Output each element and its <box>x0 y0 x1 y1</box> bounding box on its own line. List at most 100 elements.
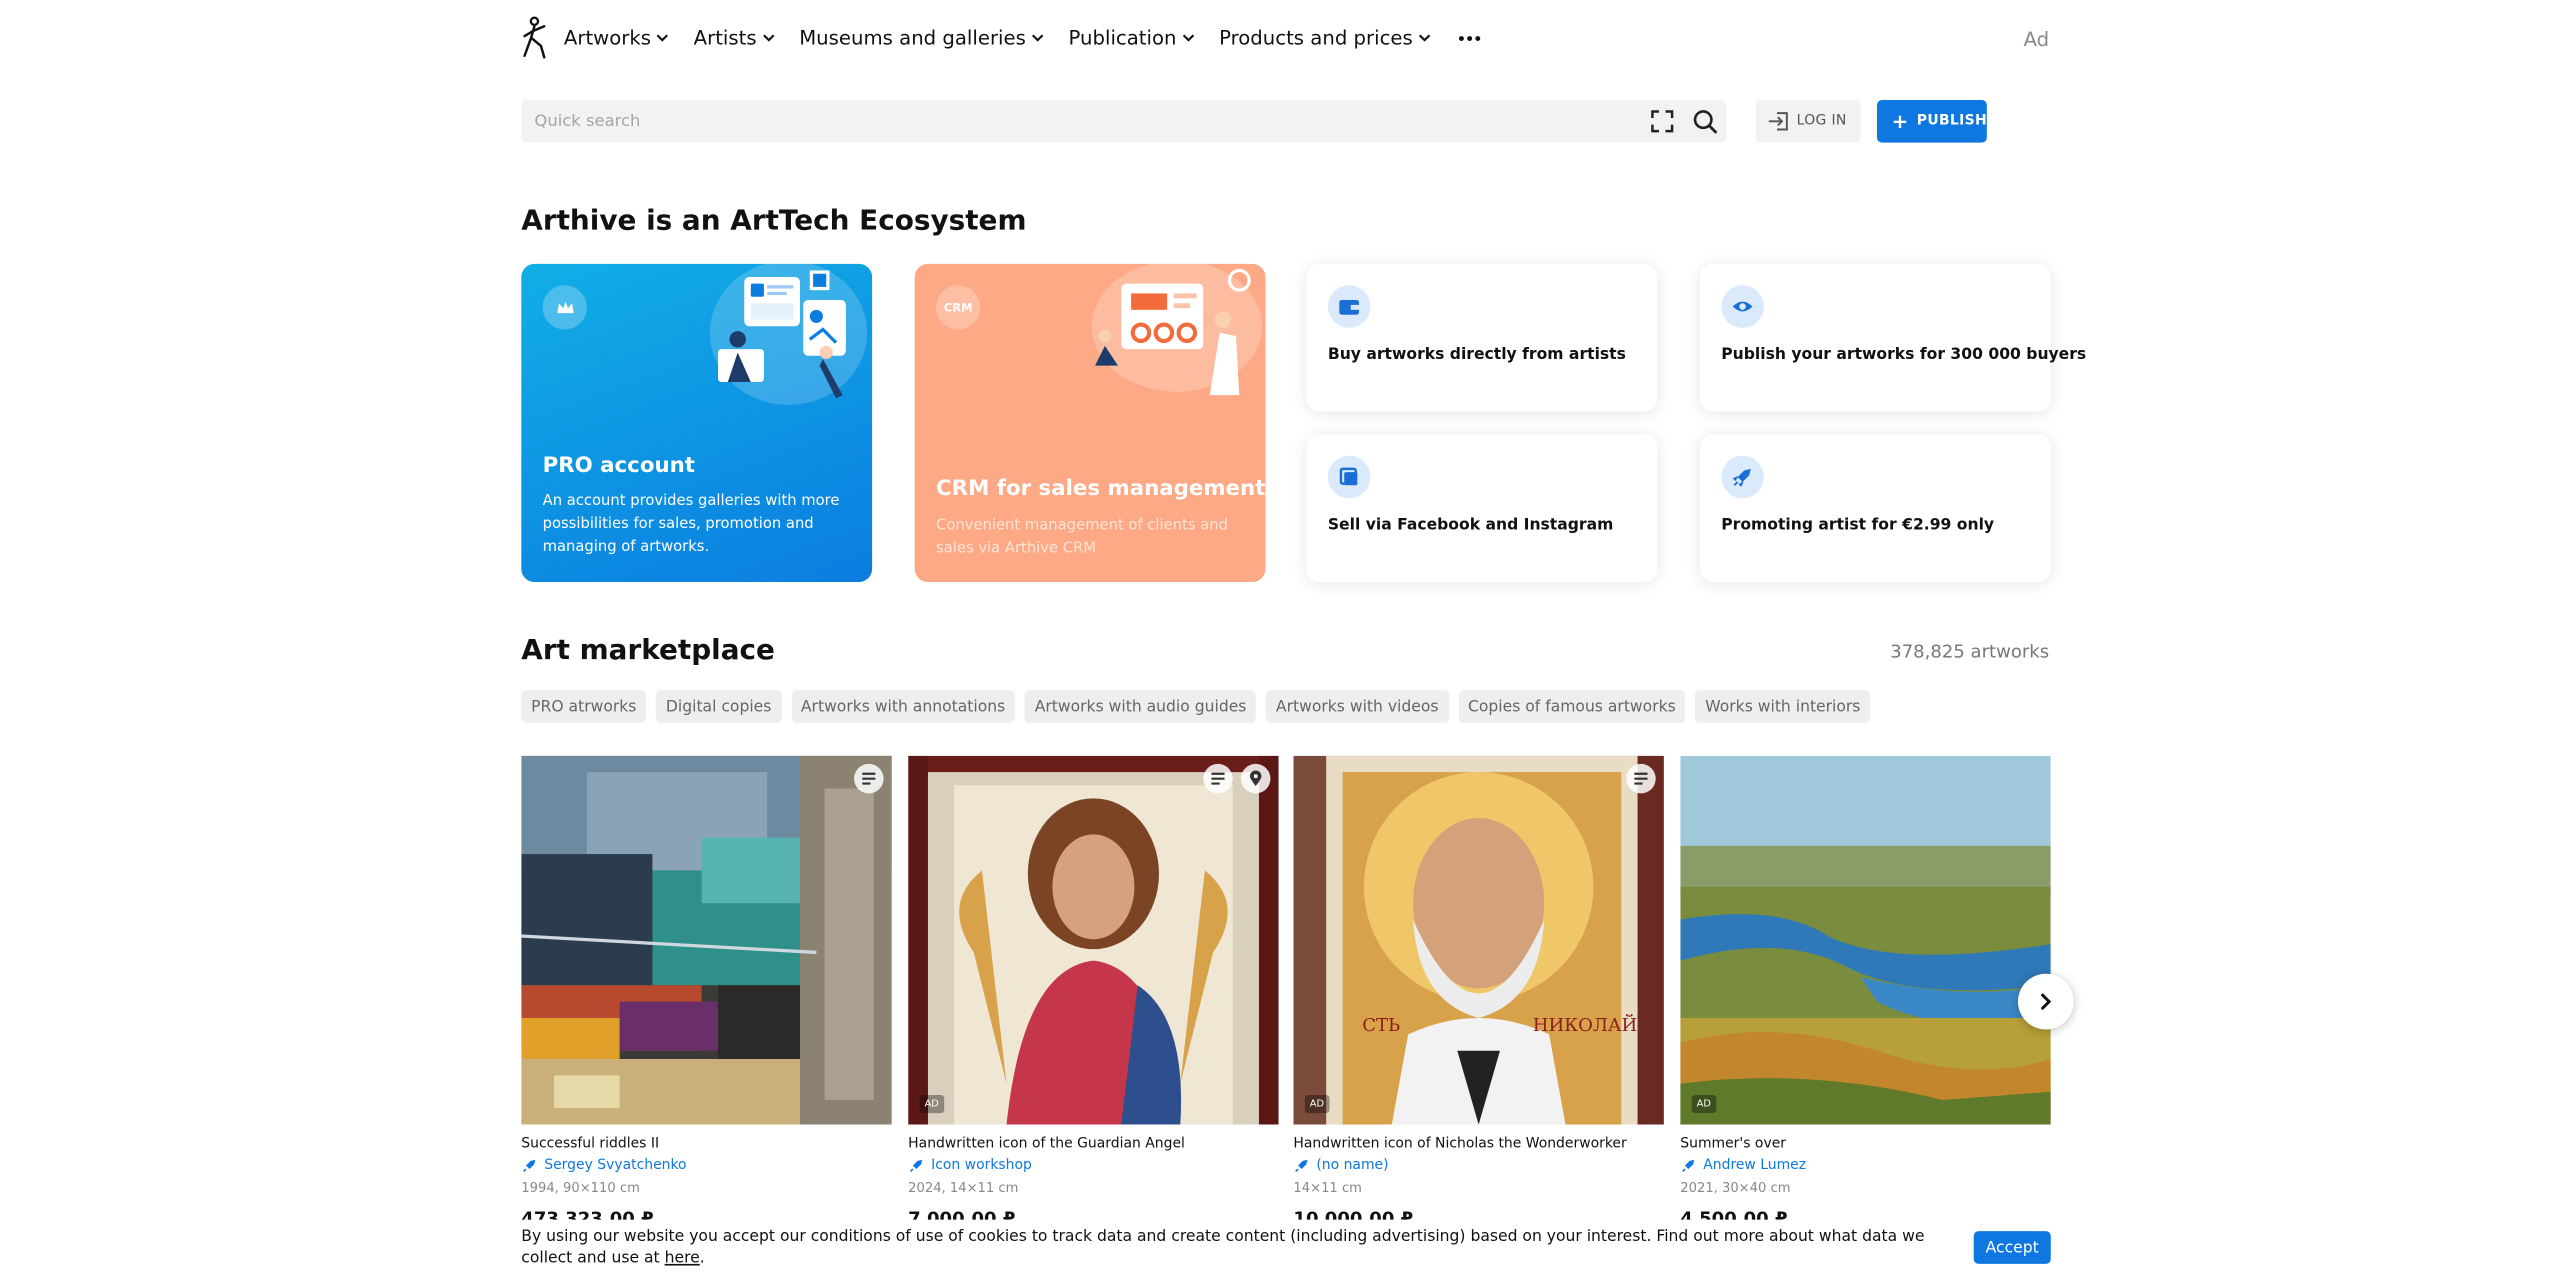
artwork-meta: 2021, 30×40 cm <box>1680 1180 1791 1196</box>
crown-icon <box>542 285 587 330</box>
artwork-card[interactable]: СТЬ НИКОЛАЙ AD Handwritten icon of Nicho… <box>1293 755 1664 1231</box>
filter-chip-pro[interactable]: PRO atrworks <box>521 690 647 723</box>
pro-account-desc: An account provides galleries with more … <box>542 493 840 556</box>
artwork-title[interactable]: Handwritten icon of Nicholas the Wonderw… <box>1293 1136 1626 1152</box>
location-pin-icon[interactable] <box>1240 763 1271 794</box>
login-button[interactable]: LOG IN <box>1755 99 1861 143</box>
main-nav: Artworks Artists Museums and galleries P… <box>564 26 1480 49</box>
plus-icon: + <box>1891 109 1909 133</box>
crm-card[interactable]: CRM CRM for sales management Convenient … <box>914 263 1266 582</box>
feature-publish-artworks[interactable]: Publish your artworks for 300 000 buyers <box>1699 263 2086 412</box>
fullscreen-frame-icon[interactable] <box>1649 108 1675 134</box>
search-input[interactable] <box>521 99 1620 143</box>
nav-label: Artists <box>693 26 757 50</box>
nav-label: Publication <box>1068 26 1177 50</box>
nav-label: Museums and galleries <box>799 26 1026 50</box>
ad-tag: AD <box>1304 1095 1330 1114</box>
artwork-image[interactable] <box>521 755 892 1125</box>
more-menu-ellipsis-icon[interactable] <box>1458 26 1480 49</box>
chevron-down-icon <box>656 34 669 42</box>
ecosystem-title: Arthive is an ArtTech Ecosystem <box>521 204 1027 238</box>
feature-label: Promoting artist for €2.99 only <box>1721 516 1995 535</box>
annotations-icon[interactable] <box>1203 763 1233 794</box>
artwork-image[interactable]: AD <box>1680 755 2051 1125</box>
artwork-artist[interactable]: Icon workshop <box>908 1157 1032 1174</box>
cookie-policy-link[interactable]: here <box>665 1249 700 1267</box>
artwork-meta: 14×11 cm <box>1293 1180 1362 1196</box>
ad-tag: AD <box>1691 1095 1716 1114</box>
crm-badge: CRM <box>936 285 981 330</box>
chevron-down-icon <box>1031 34 1044 42</box>
annotations-icon[interactable] <box>854 763 884 794</box>
feature-sell-social[interactable]: Sell via Facebook and Instagram <box>1306 434 1658 582</box>
artwork-artist[interactable]: Sergey Svyatchenko <box>521 1157 687 1174</box>
wallet-icon <box>1327 285 1371 328</box>
crm-illustration-icon <box>1091 263 1263 396</box>
chevron-down-icon <box>1418 34 1430 42</box>
artwork-meta: 2024, 14×11 cm <box>908 1180 1019 1196</box>
filter-chip-interiors[interactable]: Works with interiors <box>1695 690 1871 723</box>
carousel-next-button[interactable] <box>2017 973 2074 1030</box>
search-icon[interactable] <box>1692 108 1718 134</box>
filter-chip-videos[interactable]: Artworks with videos <box>1266 690 1449 723</box>
feature-buy-artworks[interactable]: Buy artworks directly from artists <box>1306 263 1658 412</box>
publish-label: PUBLISH <box>1916 113 1987 130</box>
nav-publication[interactable]: Publication <box>1069 26 1195 49</box>
page: Artworks Artists Museums and galleries P… <box>0 0 2559 1272</box>
artwork-card[interactable]: Successful riddles II Sergey Svyatchenko… <box>521 755 892 1231</box>
svg-text:НИКОЛАЙ: НИКОЛАЙ <box>1533 1013 1638 1036</box>
artwork-title[interactable]: Summer's over <box>1680 1136 1786 1152</box>
cookie-text: By using our website you accept our cond… <box>521 1226 1947 1269</box>
svg-text:СТЬ: СТЬ <box>1362 1015 1400 1036</box>
artist-name: Sergey Svyatchenko <box>544 1157 687 1174</box>
login-arrow-icon <box>1768 112 1788 131</box>
publish-button[interactable]: + PUBLISH <box>1876 99 1987 143</box>
nav-products-and-prices[interactable]: Products and prices <box>1219 26 1431 49</box>
accept-cookies-button[interactable]: Accept <box>1973 1231 2051 1264</box>
nav-artists[interactable]: Artists <box>694 26 775 49</box>
cookie-banner: By using our website you accept our cond… <box>0 1219 2559 1272</box>
rocket-icon <box>1295 1159 1308 1172</box>
artwork-card[interactable]: AD Handwritten icon of the Guardian Ange… <box>908 755 1279 1231</box>
artist-name: (no name) <box>1316 1157 1389 1174</box>
cookie-suffix: . <box>699 1249 705 1268</box>
nav-museums-and-galleries[interactable]: Museums and galleries <box>799 26 1044 49</box>
rocket-icon <box>523 1159 536 1172</box>
feature-label: Buy artworks directly from artists <box>1327 345 1626 364</box>
feature-promote-artist[interactable]: Promoting artist for €2.99 only <box>1699 434 2051 582</box>
nav-label: Artworks <box>563 26 652 50</box>
nav-artworks[interactable]: Artworks <box>564 26 669 49</box>
eye-icon <box>1721 285 1764 328</box>
artwork-title[interactable]: Handwritten icon of the Guardian Angel <box>908 1136 1185 1152</box>
login-label: LOG IN <box>1796 113 1847 130</box>
share-icon <box>1327 455 1371 499</box>
search-bar <box>521 99 1727 143</box>
filter-chip-digital-copies[interactable]: Digital copies <box>656 690 782 723</box>
artwork-artist[interactable]: (no name) <box>1293 1157 1389 1174</box>
artworks-count: 378,825 artworks <box>1890 640 2050 663</box>
crm-title: CRM for sales management <box>936 477 1266 502</box>
artwork-title[interactable]: Successful riddles II <box>521 1136 659 1152</box>
chevron-down-icon <box>1182 34 1194 42</box>
arthive-logo-icon[interactable] <box>521 16 551 59</box>
chevron-down-icon <box>762 34 774 42</box>
crm-desc: Convenient management of clients and sal… <box>936 518 1228 558</box>
artwork-card[interactable]: AD Summer's over Andrew Lumez 2021, 30×4… <box>1680 755 2051 1231</box>
filter-chip-famous-copies[interactable]: Copies of famous artworks <box>1458 690 1686 723</box>
ad-tag: AD <box>919 1095 944 1114</box>
artist-name: Icon workshop <box>931 1157 1032 1174</box>
annotations-icon[interactable] <box>1626 763 1656 794</box>
rocket-icon <box>909 1159 923 1172</box>
filter-chips: PRO atrworks Digital copies Artworks wit… <box>521 690 1871 723</box>
artwork-image[interactable]: СТЬ НИКОЛАЙ AD <box>1293 755 1664 1125</box>
filter-chip-annotations[interactable]: Artworks with annotations <box>791 690 1016 723</box>
rocket-icon <box>1721 455 1764 499</box>
nav-label: Products and prices <box>1219 26 1413 50</box>
artwork-image[interactable]: AD <box>908 755 1279 1125</box>
pro-illustration-icon <box>709 263 868 405</box>
filter-chip-audio-guides[interactable]: Artworks with audio guides <box>1024 690 1257 723</box>
pro-account-card[interactable]: PRO account An account provides gallerie… <box>521 263 873 582</box>
artwork-artist[interactable]: Andrew Lumez <box>1680 1157 1807 1174</box>
rocket-icon <box>1682 1159 1695 1172</box>
artist-name: Andrew Lumez <box>1703 1157 1807 1174</box>
